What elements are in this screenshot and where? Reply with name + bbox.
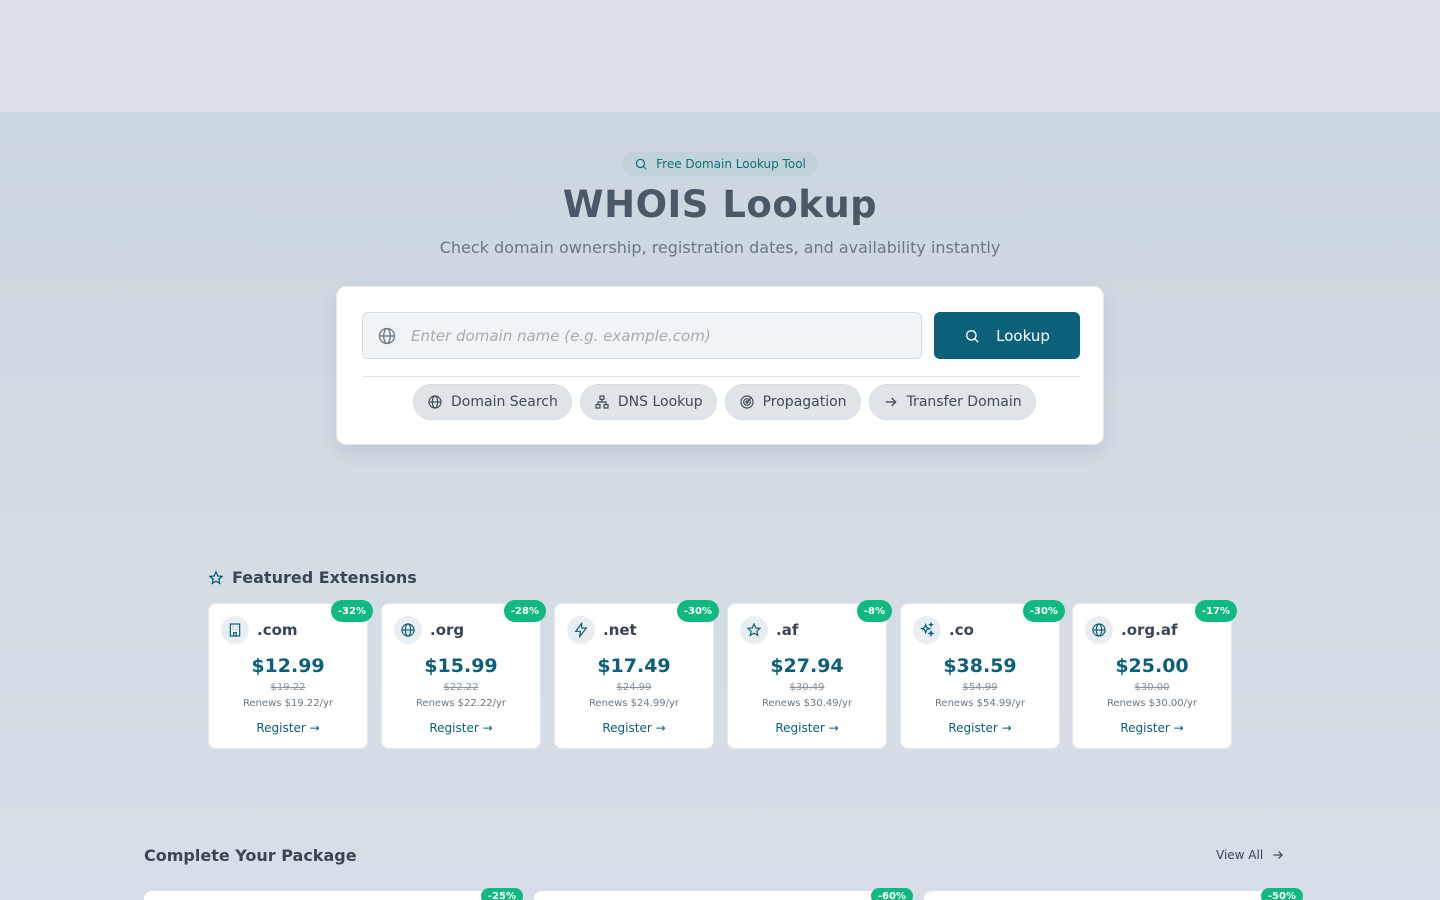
extension-icon <box>567 616 595 644</box>
discount-badge: -50% <box>1260 888 1303 900</box>
register-link[interactable]: Register → <box>209 721 367 735</box>
arrow-right-icon <box>885 397 897 407</box>
package-card[interactable]: -60% <box>534 888 913 900</box>
discount-badge: -28% <box>503 600 546 622</box>
top-bar <box>0 0 1440 112</box>
register-link[interactable]: Register → <box>728 721 886 735</box>
extension-name: .com <box>257 621 298 639</box>
extension-card-af[interactable]: -8% .af $27.94 $30.49 Renews $30.49/yr R… <box>727 600 892 749</box>
extension-card-co[interactable]: -30% .co $38.59 $54.99 Renews $54.99/yr … <box>900 600 1065 749</box>
extension-card-net[interactable]: -30% .net $17.49 $24.99 Renews $24.99/yr… <box>554 600 719 749</box>
radar-icon <box>739 395 754 409</box>
extension-name: .af <box>776 621 799 639</box>
extension-renew: Renews $54.99/yr <box>934 698 1026 709</box>
page-title: WHOIS Lookup <box>562 183 878 226</box>
bolt-icon <box>574 622 588 638</box>
hero-section <box>0 112 1440 900</box>
extension-price: $38.59 <box>943 655 1017 677</box>
extension-name: .net <box>603 621 637 639</box>
register-link[interactable]: Register → <box>382 721 540 735</box>
search-icon <box>635 158 647 170</box>
star-icon <box>208 569 224 585</box>
globe-icon <box>401 623 415 637</box>
tool-transfer-domain[interactable]: Transfer Domain <box>868 384 1036 420</box>
badge-label: Free Domain Lookup Tool <box>656 157 806 171</box>
tool-domain-search[interactable]: Domain Search <box>413 384 572 420</box>
tool-dns-lookup[interactable]: DNS Lookup <box>579 384 717 420</box>
extension-old-price: $22.22 <box>443 682 479 693</box>
package-heading: Complete Your Package <box>144 846 357 865</box>
extension-renew: Renews $19.22/yr <box>242 698 334 709</box>
globe-icon <box>378 327 396 344</box>
discount-badge: -30% <box>1022 600 1065 622</box>
building-icon <box>229 623 241 637</box>
extension-price: $27.94 <box>770 655 844 677</box>
discount-badge: -60% <box>870 888 913 900</box>
extension-icon <box>913 616 941 644</box>
featured-heading: Featured Extensions <box>208 568 417 587</box>
extension-icon <box>394 616 422 644</box>
extension-card-org[interactable]: -28% .org $15.99 $22.22 Renews $22.22/yr… <box>381 600 546 749</box>
extension-icon <box>221 616 249 644</box>
extension-old-price: $30.00 <box>1134 682 1170 693</box>
extension-card-com[interactable]: -32% .com $12.99 $19.22 Renews $19.22/yr… <box>208 600 373 749</box>
extension-old-price: $54.99 <box>962 682 998 693</box>
package-card[interactable]: -25% <box>144 888 523 900</box>
package-card[interactable]: -50% <box>924 888 1303 900</box>
register-link[interactable]: Register → <box>1073 721 1231 735</box>
extension-price: $17.49 <box>597 655 671 677</box>
discount-badge: -17% <box>1194 600 1237 622</box>
lookup-button[interactable]: Lookup <box>934 312 1080 359</box>
extension-old-price: $30.49 <box>789 682 825 693</box>
extension-name: .co <box>949 621 974 639</box>
extension-icon <box>740 616 768 644</box>
extension-renew: Renews $22.22/yr <box>415 698 507 709</box>
discount-badge: -25% <box>480 888 523 900</box>
extension-price: $15.99 <box>424 655 498 677</box>
divider <box>362 376 1080 377</box>
extension-old-price: $19.22 <box>270 682 306 693</box>
extension-renew: Renews $30.49/yr <box>761 698 853 709</box>
tool-badge: Free Domain Lookup Tool <box>622 152 818 176</box>
lookup-button-label: Lookup <box>996 326 1050 345</box>
extension-price: $25.00 <box>1115 655 1189 677</box>
discount-badge: -8% <box>856 600 892 622</box>
discount-badge: -30% <box>676 600 719 622</box>
star-icon <box>746 622 762 637</box>
extension-renew: Renews $24.99/yr <box>588 698 680 709</box>
tool-propagation[interactable]: Propagation <box>724 384 861 420</box>
extension-icon <box>1085 616 1113 644</box>
tool-links: Domain Search DNS Lookup Propagation Tra… <box>413 384 1036 420</box>
extension-name: .org.af <box>1121 621 1178 639</box>
discount-badge: -32% <box>330 600 373 622</box>
arrow-right-icon <box>1273 851 1284 859</box>
network-icon <box>595 395 609 409</box>
search-placeholder: Enter domain name (e.g. example.com) <box>411 326 711 345</box>
domain-search-input[interactable]: Enter domain name (e.g. example.com) <box>362 312 922 359</box>
extension-card-org-af[interactable]: -17% .org.af $25.00 $30.00 Renews $30.00… <box>1072 600 1237 749</box>
extension-old-price: $24.99 <box>616 682 652 693</box>
register-link[interactable]: Register → <box>555 721 713 735</box>
page-subtitle: Check domain ownership, registration dat… <box>439 238 1001 257</box>
sparkles-icon <box>919 622 935 638</box>
extension-name: .org <box>430 621 465 639</box>
register-link[interactable]: Register → <box>901 721 1059 735</box>
search-card: Enter domain name (e.g. example.com) Loo… <box>336 286 1104 445</box>
globe-icon <box>1092 623 1106 637</box>
extension-price: $12.99 <box>251 655 325 677</box>
globe-icon <box>428 395 442 409</box>
view-all-link[interactable]: View All <box>1216 848 1285 862</box>
search-icon <box>966 329 979 342</box>
extension-renew: Renews $30.00/yr <box>1106 698 1198 709</box>
